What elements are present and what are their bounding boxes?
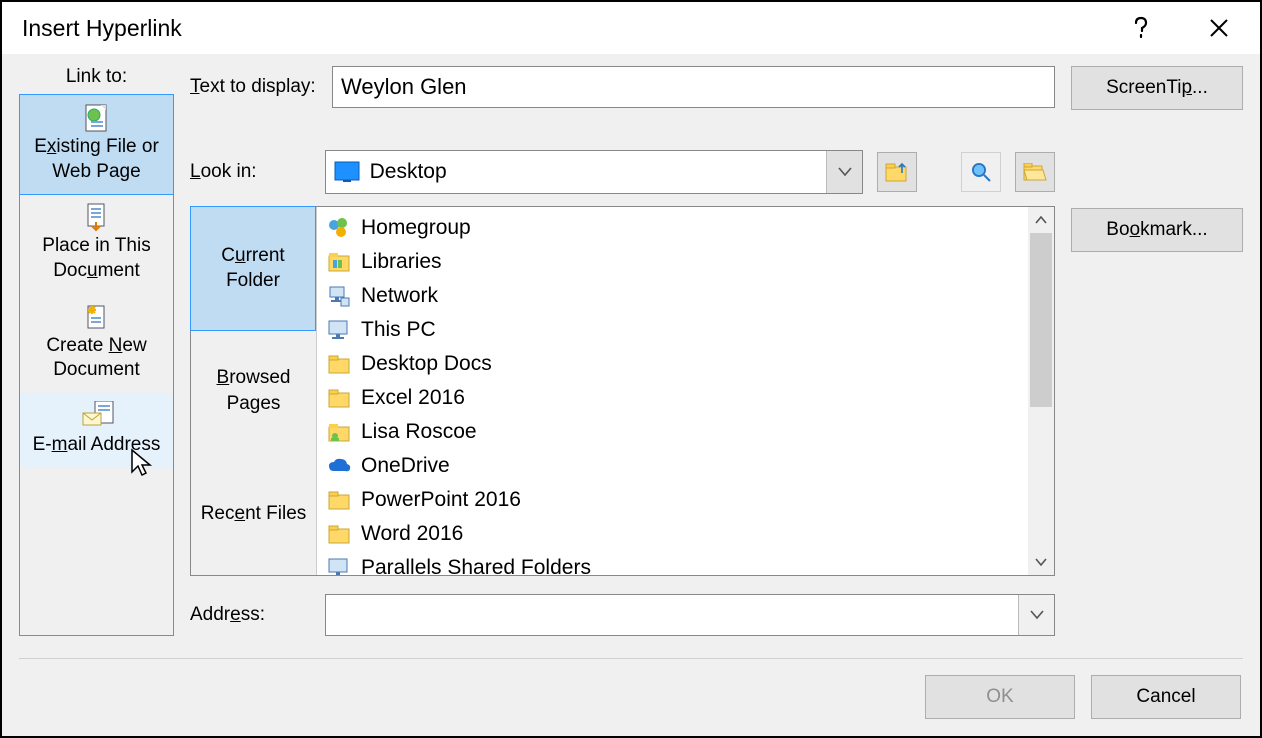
folder-icon — [327, 386, 351, 410]
dialog-footer: OK Cancel — [19, 675, 1243, 719]
browse-web-icon — [970, 161, 992, 183]
main-column: Text to display: Look in: — [190, 66, 1055, 636]
right-buttons: ScreenTip... Bookmark... — [1071, 66, 1243, 636]
list-item-label: OneDrive — [361, 454, 450, 478]
dialog-title: Insert Hyperlink — [22, 15, 1084, 42]
link-tab-email-address[interactable]: E-mail Address — [20, 393, 173, 468]
list-item-label: PowerPoint 2016 — [361, 488, 521, 512]
chevron-down-icon — [838, 167, 852, 177]
look-in-label: Look in: — [190, 161, 325, 183]
pc-icon — [327, 556, 351, 575]
list-item-label: Word 2016 — [361, 522, 463, 546]
screentip-button[interactable]: ScreenTip... — [1071, 66, 1243, 110]
ok-button[interactable]: OK — [925, 675, 1075, 719]
address-label: Address: — [190, 604, 325, 626]
scrollbar[interactable] — [1028, 207, 1054, 575]
web-file-icon — [81, 103, 113, 133]
scroll-up-button[interactable] — [1028, 207, 1054, 233]
document-place-icon — [81, 202, 113, 232]
list-item[interactable]: Lisa Roscoe — [317, 415, 1028, 449]
pc-icon — [327, 318, 351, 342]
homegroup-icon — [327, 216, 351, 240]
title-bar: Insert Hyperlink — [2, 2, 1260, 54]
text-to-display-input[interactable] — [332, 66, 1055, 108]
bookmark-button[interactable]: Bookmark... — [1071, 208, 1243, 252]
new-document-icon — [81, 302, 113, 332]
browse-tab-recent-files[interactable]: Recent Files — [191, 452, 316, 575]
libraries-icon — [327, 250, 351, 274]
userfolder-icon — [327, 420, 351, 444]
link-to-label: Link to: — [19, 66, 174, 94]
help-icon — [1133, 16, 1149, 40]
list-item[interactable]: Network — [317, 279, 1028, 313]
look-in-combo[interactable]: Desktop — [325, 150, 863, 194]
up-one-folder-button[interactable] — [877, 152, 917, 192]
list-item[interactable]: Homegroup — [317, 211, 1028, 245]
help-button[interactable] — [1120, 8, 1162, 48]
link-to-tabs: Existing File or Web Page — [19, 94, 174, 636]
list-item[interactable]: Excel 2016 — [317, 381, 1028, 415]
browse-tab-current-folder[interactable]: Current Folder — [190, 206, 316, 331]
scroll-thumb[interactable] — [1030, 233, 1052, 407]
desktop-icon — [334, 161, 360, 183]
dialog-body: Link to: Ex — [2, 54, 1260, 736]
text-to-display-row: Text to display: — [190, 66, 1055, 108]
look-in-row: Look in: Desktop — [190, 150, 1055, 194]
list-item-label: Homegroup — [361, 216, 471, 240]
cancel-button[interactable]: Cancel — [1091, 675, 1241, 719]
browse-file-button[interactable] — [1015, 152, 1055, 192]
link-tab-create-new-document[interactable]: Create New Document — [20, 294, 173, 393]
close-button[interactable] — [1198, 8, 1240, 48]
onedrive-icon — [327, 454, 351, 478]
browse-tabs: Current Folder Browsed Pages — [191, 207, 317, 575]
chevron-down-icon — [1035, 558, 1047, 566]
address-row: Address: — [190, 594, 1055, 636]
browse-web-button[interactable] — [961, 152, 1001, 192]
list-item[interactable]: OneDrive — [317, 449, 1028, 483]
email-icon — [81, 401, 113, 431]
list-item-label: Excel 2016 — [361, 386, 465, 410]
browse-tab-browsed-pages[interactable]: Browsed Pages — [191, 330, 316, 453]
list-item[interactable]: PowerPoint 2016 — [317, 483, 1028, 517]
address-combo[interactable] — [325, 594, 1055, 636]
folder-icon — [327, 488, 351, 512]
folder-icon — [327, 522, 351, 546]
address-input[interactable] — [326, 595, 1018, 635]
link-tab-place-in-document[interactable]: Place in This Document — [20, 194, 173, 293]
dialog-upper: Link to: Ex — [19, 66, 1243, 636]
folder-icon — [327, 352, 351, 376]
scroll-down-button[interactable] — [1028, 549, 1054, 575]
scroll-track[interactable] — [1028, 233, 1054, 549]
folder-up-icon — [885, 162, 909, 182]
network-icon — [327, 284, 351, 308]
list-item-label: Desktop Docs — [361, 352, 492, 376]
list-item-label: Network — [361, 284, 438, 308]
chevron-up-icon — [1035, 216, 1047, 224]
list-item-label: Lisa Roscoe — [361, 420, 477, 444]
separator — [19, 658, 1243, 659]
list-item[interactable]: Word 2016 — [317, 517, 1028, 551]
list-item-label: Libraries — [361, 250, 442, 274]
file-list[interactable]: Homegroup Libraries Network This PC Desktop … — [317, 207, 1054, 575]
address-drop-button[interactable] — [1018, 595, 1054, 635]
list-item[interactable]: Parallels Shared Folders — [317, 551, 1028, 575]
insert-hyperlink-dialog: Insert Hyperlink Link to: — [0, 0, 1262, 738]
browse-area: Current Folder Browsed Pages — [190, 206, 1055, 576]
close-icon — [1209, 18, 1229, 38]
folder-open-icon — [1023, 163, 1047, 181]
list-item-label: Parallels Shared Folders — [361, 556, 591, 575]
list-item[interactable]: Desktop Docs — [317, 347, 1028, 381]
chevron-down-icon — [1030, 610, 1044, 620]
look-in-value: Desktop — [370, 160, 447, 184]
link-to-panel: Link to: Ex — [19, 66, 174, 636]
look-in-drop-button[interactable] — [826, 151, 862, 193]
link-tab-existing-file[interactable]: Existing File or Web Page — [19, 94, 174, 195]
text-to-display-label: Text to display: — [190, 76, 332, 98]
list-item[interactable]: Libraries — [317, 245, 1028, 279]
list-item[interactable]: This PC — [317, 313, 1028, 347]
list-item-label: This PC — [361, 318, 436, 342]
